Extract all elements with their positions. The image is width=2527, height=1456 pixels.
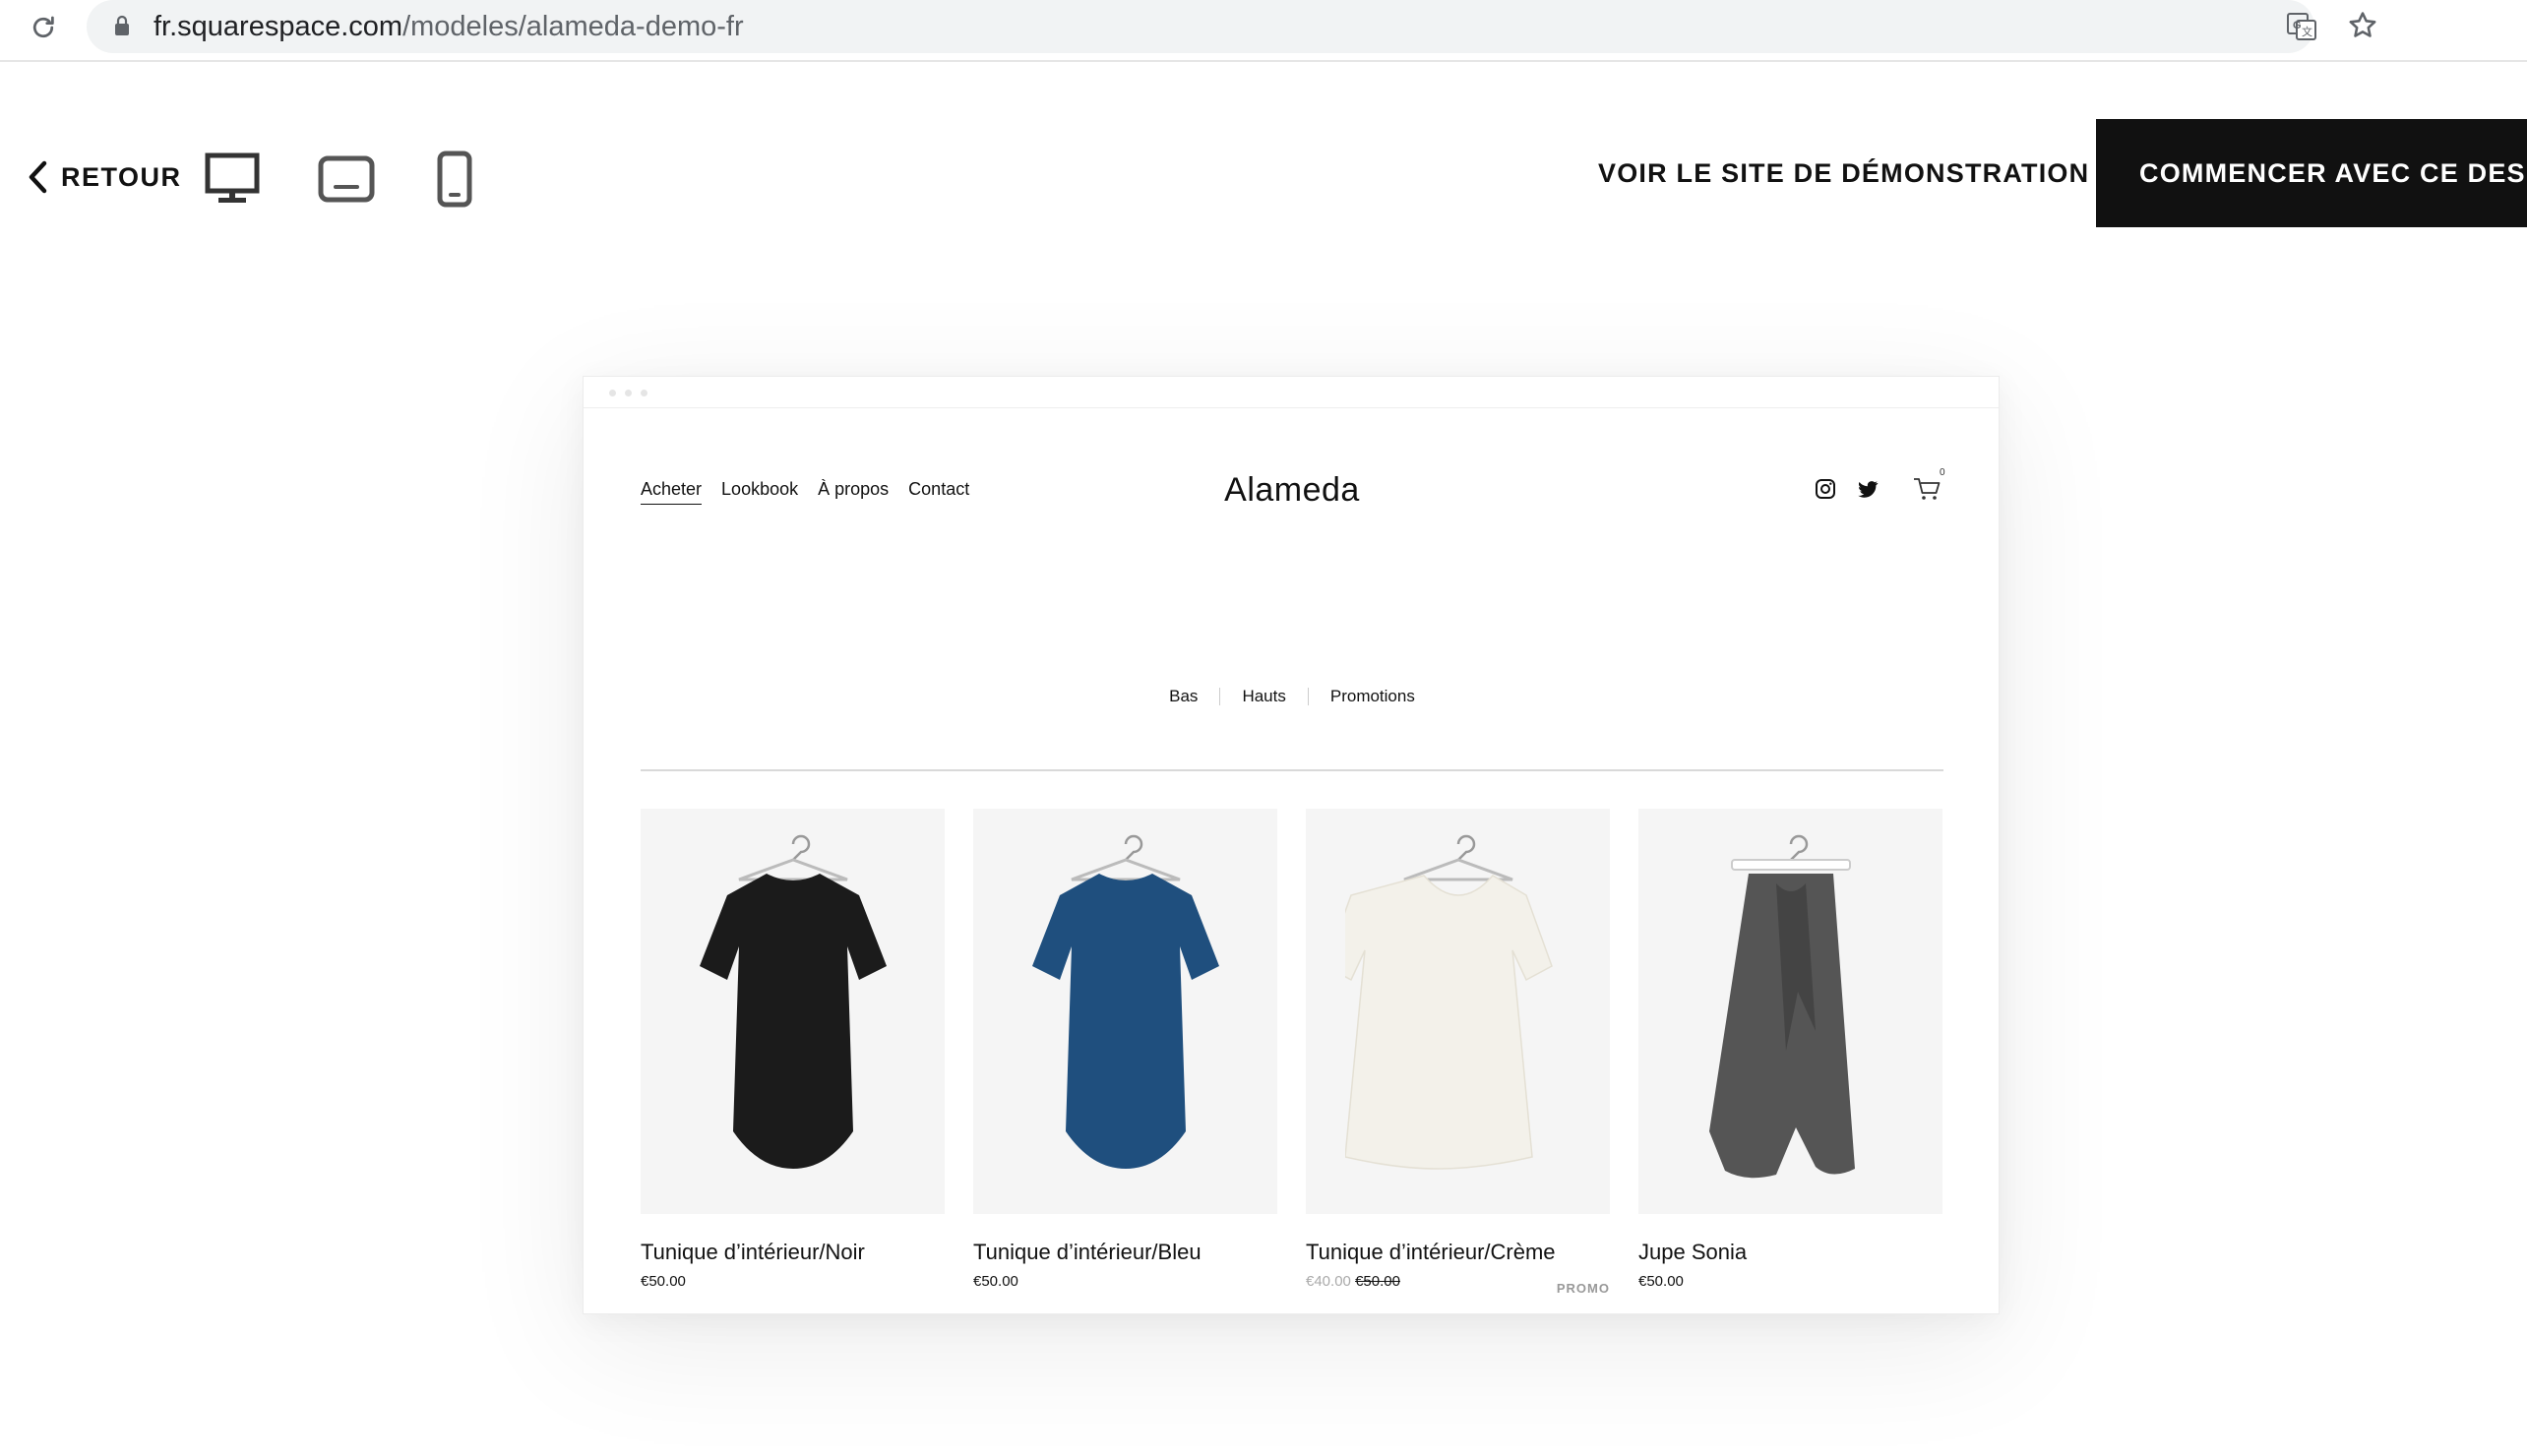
lock-icon — [112, 15, 132, 36]
category-tops[interactable]: Hauts — [1242, 687, 1285, 706]
tunic-shape — [1031, 874, 1219, 1169]
window-dot — [625, 390, 632, 396]
product-image[interactable] — [1306, 809, 1610, 1214]
product-price: €50.00 — [641, 1273, 945, 1290]
product-card[interactable]: Jupe Sonia €50.00 — [1638, 809, 1942, 1290]
product-name[interactable]: Tunique d’intérieur/Crème — [1306, 1240, 1610, 1265]
site-title[interactable]: Alameda — [584, 471, 1999, 510]
template-toolbar: RETOUR VOIR LE SITE DE DÉMONSTRATION COM… — [0, 62, 2527, 288]
browser-address-bar: fr.squarespace.com/modeles/alameda-demo-… — [0, 0, 2527, 62]
product-name[interactable]: Tunique d’intérieur/Bleu — [973, 1240, 1277, 1265]
start-with-design-button[interactable]: COMMENCER AVEC CE DESIGN — [2096, 119, 2527, 227]
promo-badge: PROMO — [1556, 1281, 1610, 1296]
window-dot — [641, 390, 647, 396]
translate-icon[interactable]: G文 — [2285, 10, 2320, 45]
price-value: €50.00 — [973, 1273, 1018, 1290]
mobile-icon — [437, 151, 472, 208]
price-value: €50.00 — [1638, 1273, 1684, 1290]
price-value: €50.00 — [641, 1273, 686, 1290]
category-filter: Bas Hauts Promotions — [584, 687, 1999, 706]
window-dot — [609, 390, 616, 396]
product-card[interactable]: Tunique d’intérieur/Noir €50.00 — [641, 809, 945, 1290]
url-text: fr.squarespace.com/modeles/alameda-demo-… — [154, 10, 744, 43]
tunic-shape — [699, 874, 887, 1169]
chevron-left-icon — [29, 160, 47, 194]
mobile-view-button[interactable] — [425, 145, 484, 213]
original-price: €50.00 — [1355, 1273, 1400, 1290]
svg-text:G: G — [2293, 20, 2302, 31]
cart-count: 0 — [1940, 467, 1945, 478]
instagram-icon[interactable] — [1814, 477, 1837, 501]
tunic-shape — [1344, 875, 1553, 1170]
product-image[interactable] — [973, 809, 1277, 1214]
divider — [641, 769, 1943, 771]
url-host: fr.squarespace.com — [154, 11, 403, 42]
product-image[interactable] — [641, 809, 945, 1214]
tablet-icon — [318, 155, 375, 203]
twitter-icon[interactable] — [1856, 477, 1880, 501]
product-name[interactable]: Jupe Sonia — [1638, 1240, 1942, 1265]
desktop-view-button[interactable] — [197, 145, 268, 213]
reload-icon[interactable] — [26, 10, 61, 45]
site-preview-frame: Acheter Lookbook À propos Contact Alamed… — [583, 376, 2000, 1314]
product-price: €50.00 — [1638, 1273, 1942, 1290]
preview-window-bar — [584, 377, 1999, 408]
product-price: €40.00 €50.00 PROMO — [1306, 1273, 1610, 1296]
cart-icon[interactable] — [1912, 475, 1941, 503]
desktop-icon — [205, 152, 260, 203]
sale-price: €40.00 — [1306, 1273, 1351, 1290]
category-bottoms[interactable]: Bas — [1169, 687, 1198, 706]
product-grid: Tunique d’intérieur/Noir €50.00 Tunique … — [641, 809, 1943, 1296]
product-image[interactable] — [1638, 809, 1942, 1214]
url-path: /modeles/alameda-demo-fr — [402, 11, 744, 42]
divider — [1307, 688, 1309, 705]
divider — [1219, 688, 1221, 705]
tablet-view-button[interactable] — [311, 145, 382, 213]
bookmark-star-icon[interactable] — [2346, 9, 2381, 44]
view-demo-site-link[interactable]: VOIR LE SITE DE DÉMONSTRATION — [1598, 158, 2089, 189]
product-price: €50.00 — [973, 1273, 1277, 1290]
product-card[interactable]: Tunique d’intérieur/Bleu €50.00 — [973, 809, 1277, 1290]
back-button[interactable]: RETOUR — [26, 152, 182, 202]
back-label: RETOUR — [61, 161, 182, 192]
category-sale[interactable]: Promotions — [1330, 687, 1415, 706]
product-card[interactable]: Tunique d’intérieur/Crème €40.00 €50.00 … — [1306, 809, 1610, 1296]
product-name[interactable]: Tunique d’intérieur/Noir — [641, 1240, 945, 1265]
url-bar[interactable]: fr.squarespace.com/modeles/alameda-demo-… — [87, 0, 2376, 53]
svg-text:文: 文 — [2302, 25, 2312, 38]
